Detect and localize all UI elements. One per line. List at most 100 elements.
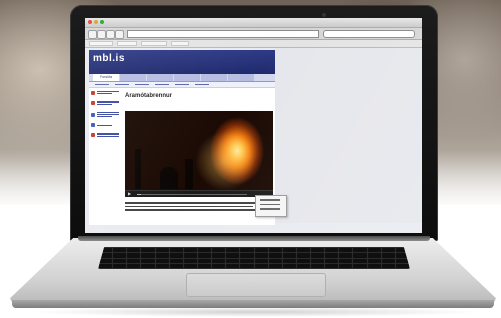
keyboard-key[interactable]	[212, 258, 226, 263]
keyboard-key[interactable]	[226, 248, 240, 253]
keyboard-key[interactable]	[381, 258, 395, 263]
video-player[interactable]: ▶	[125, 111, 273, 197]
keyboard-key[interactable]	[353, 258, 367, 263]
keyboard-key[interactable]	[381, 253, 395, 258]
bookmark-item[interactable]	[89, 41, 113, 46]
subnav-link[interactable]	[155, 83, 169, 86]
subnav-link[interactable]	[195, 83, 209, 86]
close-window-button[interactable]	[88, 20, 92, 24]
keyboard-key[interactable]	[254, 248, 268, 253]
keyboard-key[interactable]	[197, 263, 212, 268]
keyboard-key[interactable]	[212, 253, 226, 258]
keyboard-key[interactable]	[254, 263, 268, 268]
play-icon[interactable]: ▶	[128, 192, 131, 196]
keyboard-key[interactable]	[339, 263, 353, 268]
keyboard-key[interactable]	[169, 258, 183, 263]
keyboard-key[interactable]	[325, 258, 339, 263]
keyboard-key[interactable]	[268, 263, 282, 268]
keyboard-key[interactable]	[113, 248, 127, 253]
keyboard-key[interactable]	[395, 263, 409, 268]
keyboard-key[interactable]	[141, 258, 155, 263]
site-logo[interactable]: mbl.is	[93, 53, 125, 64]
keyboard-key[interactable]	[367, 263, 381, 268]
url-bar[interactable]	[127, 30, 319, 38]
keyboard-key[interactable]	[296, 263, 311, 268]
home-button[interactable]	[115, 30, 124, 39]
keyboard-key[interactable]	[183, 248, 197, 253]
subnav-link[interactable]	[95, 83, 109, 86]
keyboard-key[interactable]	[325, 253, 339, 258]
keyboard-key[interactable]	[212, 248, 226, 253]
keyboard-key[interactable]	[381, 248, 395, 253]
keyboard-key[interactable]	[240, 248, 254, 253]
keyboard-key[interactable]	[155, 263, 169, 268]
zoom-window-button[interactable]	[100, 20, 104, 24]
keyboard-key[interactable]	[353, 253, 367, 258]
keyboard-key[interactable]	[367, 248, 381, 253]
keyboard-key[interactable]	[240, 258, 254, 263]
subnav-link[interactable]	[135, 83, 149, 86]
keyboard-key[interactable]	[339, 253, 353, 258]
keyboard-key[interactable]	[127, 248, 141, 253]
keyboard-key[interactable]	[282, 263, 296, 268]
keyboard-key[interactable]	[197, 253, 212, 258]
keyboard-key[interactable]	[141, 253, 155, 258]
keyboard-key[interactable]	[325, 248, 339, 253]
keyboard-key[interactable]	[282, 253, 296, 258]
keyboard-key[interactable]	[296, 248, 311, 253]
keyboard-key[interactable]	[339, 258, 353, 263]
keyboard-key[interactable]	[339, 248, 353, 253]
keyboard-key[interactable]	[268, 253, 282, 258]
keyboard-key[interactable]	[99, 258, 113, 263]
bookmark-item[interactable]	[171, 41, 189, 46]
keyboard-key[interactable]	[169, 248, 183, 253]
subnav-link[interactable]	[175, 83, 189, 86]
bookmark-item[interactable]	[141, 41, 167, 46]
keyboard-key[interactable]	[282, 248, 296, 253]
keyboard-key[interactable]	[169, 263, 183, 268]
keyboard-key[interactable]	[254, 258, 268, 263]
keyboard-key[interactable]	[141, 248, 155, 253]
keyboard-key[interactable]	[395, 258, 409, 263]
nav-tab[interactable]	[174, 74, 200, 81]
keyboard-key[interactable]	[155, 253, 169, 258]
keyboard-key[interactable]	[254, 253, 268, 258]
keyboard-key[interactable]	[127, 258, 141, 263]
keyboard-key[interactable]	[240, 263, 254, 268]
sidebar-link[interactable]	[91, 90, 121, 95]
keyboard-key[interactable]	[311, 263, 325, 268]
keyboard-key[interactable]	[226, 263, 240, 268]
keyboard-key[interactable]	[155, 258, 169, 263]
keyboard-key[interactable]	[155, 248, 169, 253]
nav-tab[interactable]	[120, 74, 146, 81]
context-popup[interactable]	[255, 195, 287, 217]
keyboard-key[interactable]	[296, 258, 311, 263]
keyboard-key[interactable]	[127, 253, 141, 258]
keyboard-key[interactable]	[113, 258, 127, 263]
keyboard-key[interactable]	[113, 263, 127, 268]
nav-tab[interactable]: Forsíða	[93, 74, 119, 81]
forward-button[interactable]	[97, 30, 106, 39]
keyboard-key[interactable]	[197, 248, 212, 253]
keyboard-key[interactable]	[127, 263, 141, 268]
sidebar-link[interactable]	[91, 132, 121, 137]
keyboard-key[interactable]	[183, 253, 197, 258]
keyboard-key[interactable]	[353, 248, 367, 253]
keyboard-key[interactable]	[197, 258, 212, 263]
sidebar-link[interactable]	[91, 123, 121, 128]
bookmark-item[interactable]	[117, 41, 137, 46]
keyboard-key[interactable]	[226, 253, 240, 258]
keyboard-key[interactable]	[169, 253, 183, 258]
keyboard-key[interactable]	[367, 258, 381, 263]
keyboard-key[interactable]	[282, 258, 296, 263]
keyboard-key[interactable]	[311, 248, 325, 253]
nav-tab[interactable]	[201, 74, 227, 81]
minimize-window-button[interactable]	[94, 20, 98, 24]
search-input[interactable]	[323, 30, 415, 38]
keyboard-key[interactable]	[212, 263, 226, 268]
keyboard-key[interactable]	[296, 253, 311, 258]
keyboard-key[interactable]	[240, 253, 254, 258]
keyboard-key[interactable]	[183, 263, 197, 268]
keyboard-key[interactable]	[311, 258, 325, 263]
keyboard-key[interactable]	[353, 263, 367, 268]
